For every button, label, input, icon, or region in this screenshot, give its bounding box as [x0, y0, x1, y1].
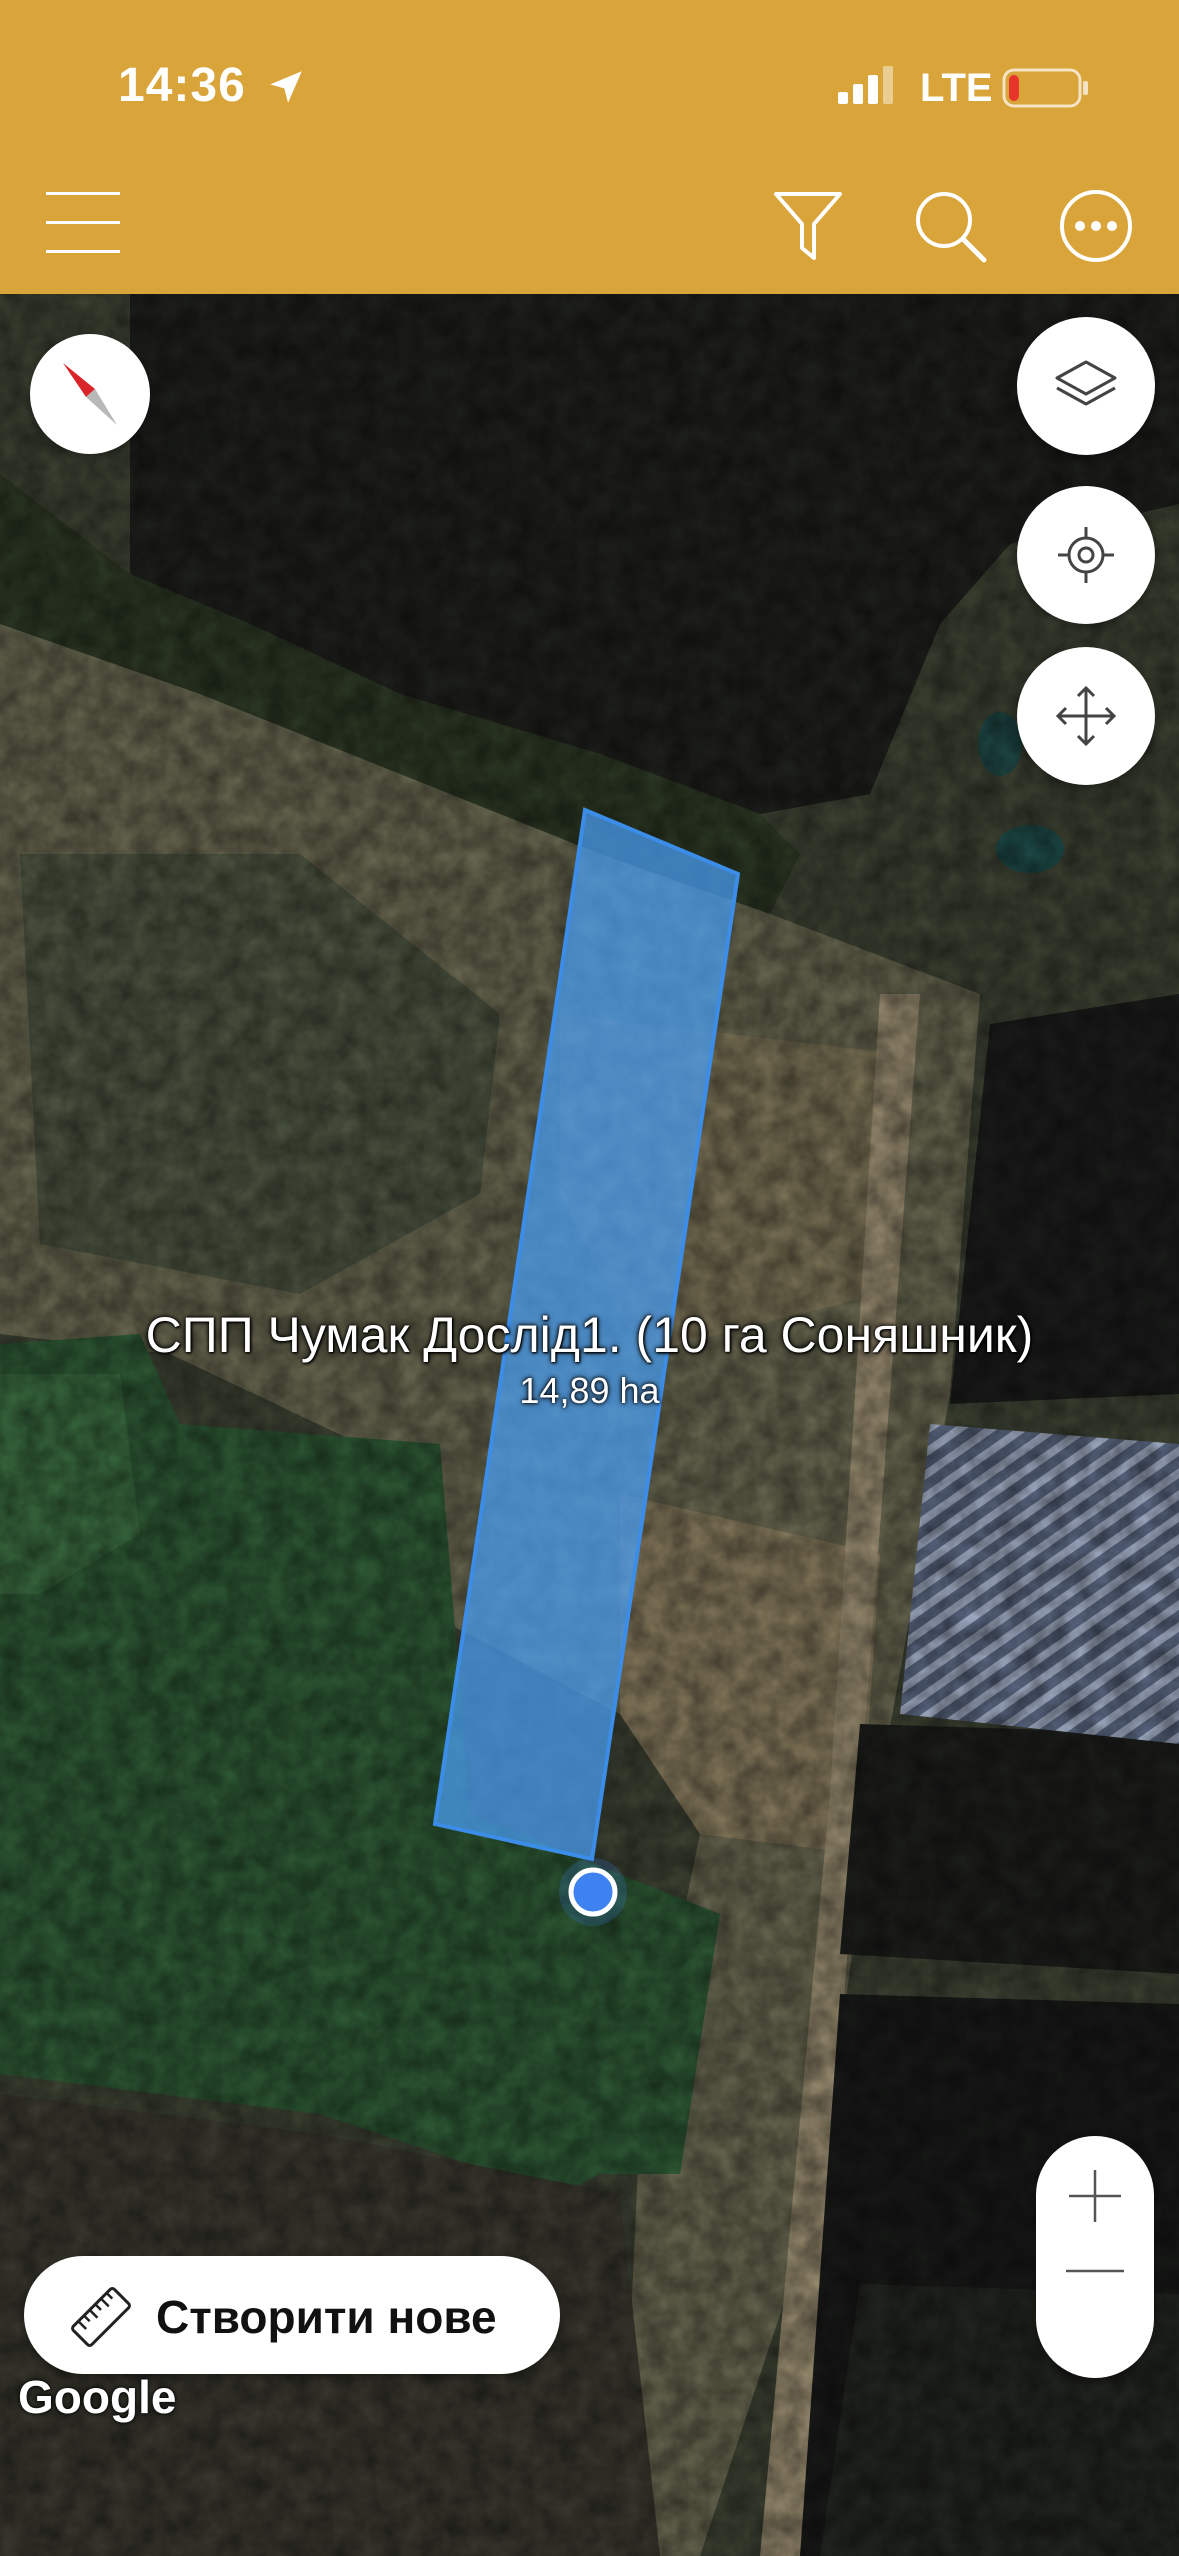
search-icon — [916, 192, 987, 263]
pan-button[interactable] — [1017, 647, 1155, 785]
network-type: LTE — [920, 66, 993, 110]
zoom-controls — [1036, 2136, 1154, 2378]
compass-button[interactable] — [30, 334, 150, 454]
zoom-out-icon — [1066, 2269, 1124, 2273]
layers-icon — [1055, 360, 1117, 406]
zoom-in-icon — [1069, 2170, 1121, 2222]
google-attribution: Google — [18, 2371, 177, 2423]
location-arrow-icon — [270, 71, 302, 103]
pan-move-icon — [1055, 685, 1117, 747]
create-new-label: Створити нове — [156, 2291, 497, 2343]
ruler-icon — [71, 2287, 131, 2347]
status-time: 14:36 — [118, 59, 246, 112]
filter-icon — [774, 192, 842, 260]
app-root: 14:36 LTE СПП Чумак Дослід1. (10 га Соня… — [0, 0, 1179, 2556]
user-location-dot — [568, 1867, 618, 1917]
zoom-in-button[interactable] — [1036, 2136, 1154, 2257]
filter-button[interactable] — [772, 188, 844, 264]
satellite-imagery — [0, 294, 1179, 2556]
more-options-icon — [1060, 190, 1132, 262]
more-options-button[interactable] — [1058, 188, 1134, 264]
zoom-out-button[interactable] — [1036, 2257, 1154, 2378]
create-new-button[interactable]: Створити нове — [24, 2256, 560, 2374]
top-header: 14:36 LTE — [0, 0, 1179, 294]
compass-icon — [63, 363, 117, 425]
field-name-label: СПП Чумак Дослід1. (10 га Соняшник) — [145, 1307, 1034, 1363]
locate-icon — [1058, 527, 1114, 583]
satellite-map[interactable]: СПП Чумак Дослід1. (10 га Соняшник) 14,8… — [0, 294, 1179, 2556]
signal-bars-icon — [838, 66, 893, 104]
hamburger-menu-button[interactable] — [46, 190, 120, 256]
battery-low-icon — [1002, 68, 1088, 108]
hamburger-menu-icon — [46, 192, 120, 253]
locate-me-button[interactable] — [1017, 486, 1155, 624]
search-button[interactable] — [912, 188, 988, 264]
layers-button[interactable] — [1017, 317, 1155, 455]
field-area-label: 14,89 ha — [519, 1370, 660, 1411]
